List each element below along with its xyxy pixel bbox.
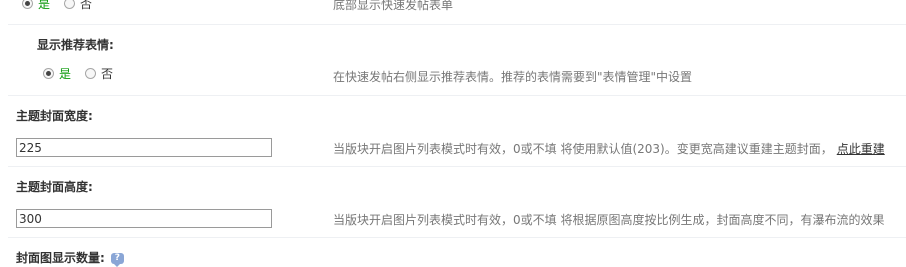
recommend-emoji-radio-group: 是 否 [43, 65, 127, 82]
cover-count-label: 封面图显示数量: [16, 251, 105, 265]
separator [8, 237, 906, 238]
help-bubble-icon[interactable]: ? [110, 253, 124, 267]
quick-post-description: 底部显示快速发帖表单 [333, 0, 454, 12]
recommend-emoji-yes-radio[interactable] [43, 68, 54, 79]
cover-width-input[interactable] [16, 138, 272, 157]
cover-height-input[interactable] [16, 209, 272, 228]
recommend-emoji-no-radio[interactable] [85, 68, 97, 79]
cover-width-description: 当版块开启图片列表模式时有效，0或不填 将使用默认值(203)。变更宽高建议重建… [333, 142, 833, 156]
quick-post-no-radio[interactable] [64, 0, 76, 9]
cover-count-label-wrap: 封面图显示数量:? [16, 249, 124, 267]
quick-post-yes-radio[interactable] [22, 0, 33, 9]
recommend-emoji-no-label: 否 [101, 67, 114, 81]
separator [8, 166, 906, 167]
cover-width-description-line: 当版块开启图片列表模式时有效，0或不填 将使用默认值(203)。变更宽高建议重建… [333, 140, 885, 157]
separator [8, 95, 906, 96]
recommend-emoji-label: 显示推荐表情: [37, 38, 114, 52]
recommend-emoji-description: 在快速发帖右侧显示推荐表情。推荐的表情需要到"表情管理"中设置 [333, 70, 693, 84]
cover-height-label: 主题封面高度: [16, 180, 93, 194]
quick-post-radio-group: 是 否 [22, 0, 106, 12]
quick-post-no-label: 否 [80, 0, 93, 11]
separator [8, 24, 906, 25]
cover-height-description: 当版块开启图片列表模式时有效，0或不填 将根据原图高度按比例生成，封面高度不同，… [333, 213, 885, 227]
recommend-emoji-yes-label: 是 [59, 67, 72, 81]
cover-width-label: 主题封面宽度: [16, 109, 93, 123]
rebuild-cover-link[interactable]: 点此重建 [837, 142, 885, 156]
quick-post-yes-label: 是 [38, 0, 51, 11]
